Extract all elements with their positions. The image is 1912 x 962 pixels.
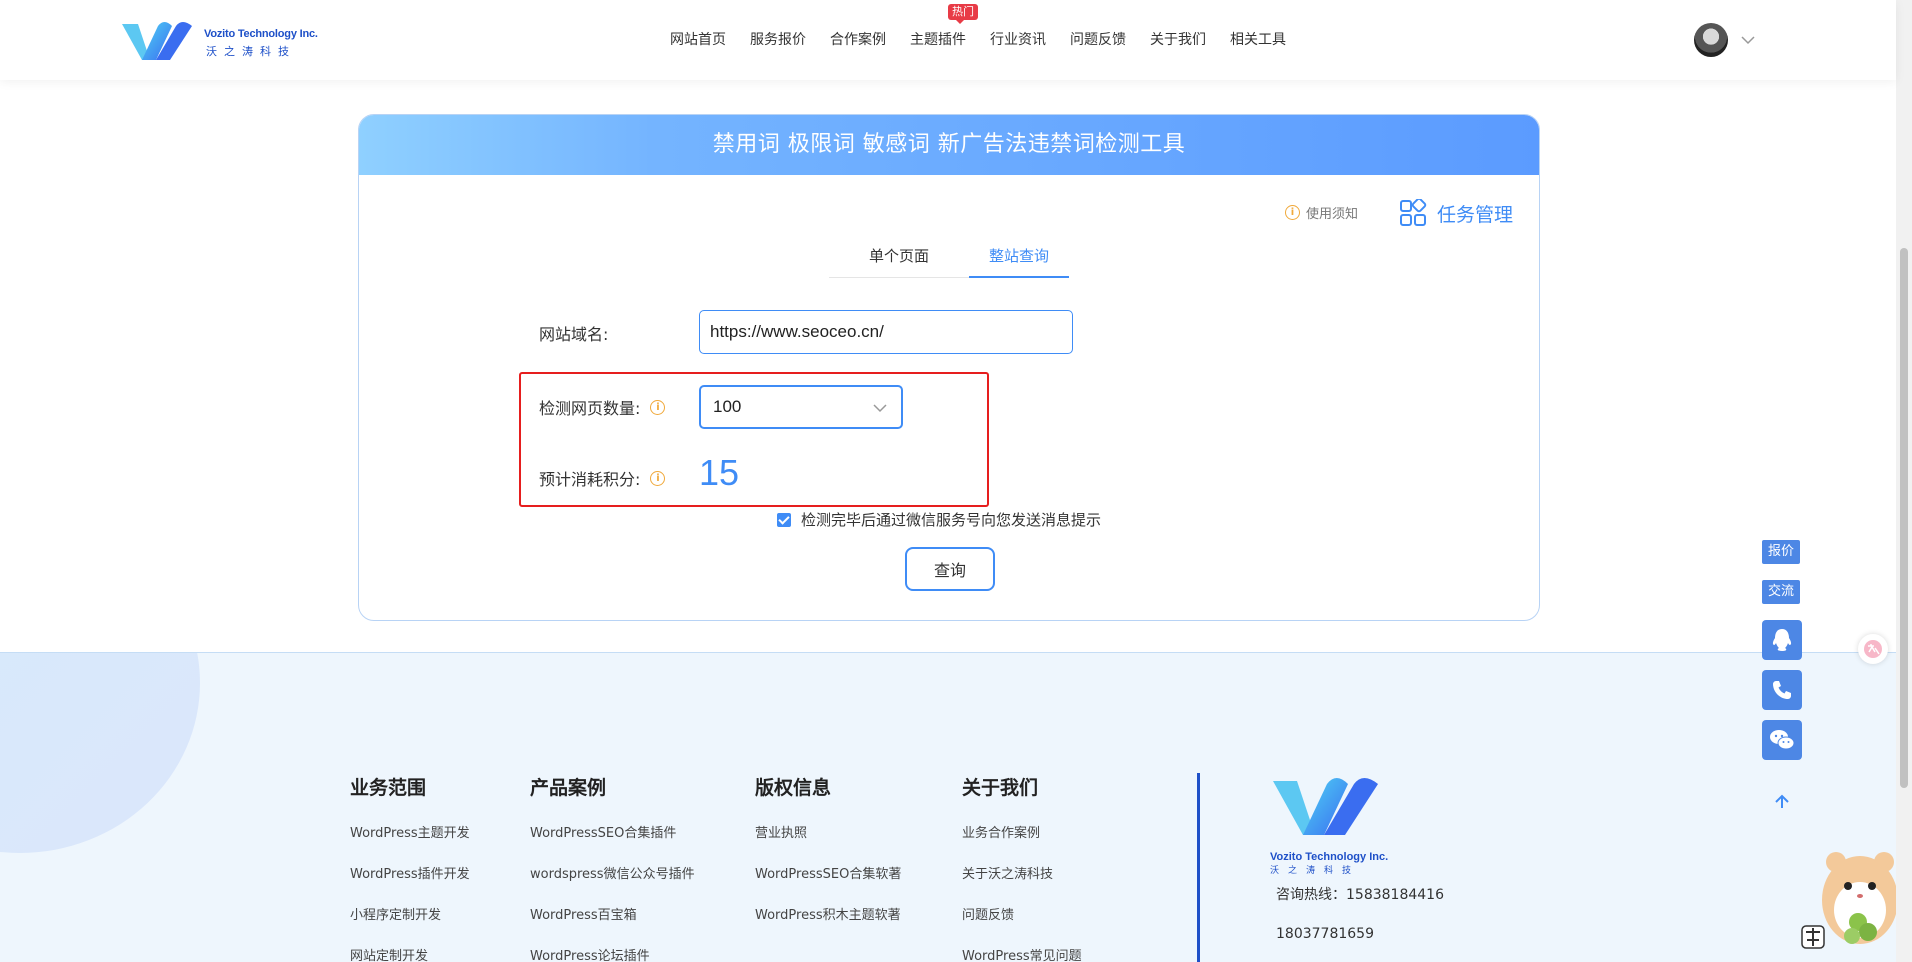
page-scrollbar-thumb[interactable] (1900, 248, 1908, 788)
footer-link[interactable]: WordPress论坛插件 (530, 945, 695, 962)
nav-home[interactable]: 网站首页 (670, 0, 726, 80)
footer-col-title: 关于我们 (962, 777, 1039, 799)
logo-text-en: Vozito Technology Inc. (204, 28, 318, 40)
footer-logo: Vozito Technology Inc. 沃之涛科技 (1270, 773, 1400, 883)
nav-themes-plugins-label: 主题插件 (910, 32, 966, 48)
qq-penguin-icon (1772, 629, 1792, 651)
footer-col-title: 业务范围 (350, 777, 427, 799)
logo-mark-icon (1273, 778, 1378, 835)
points-label: 预计消耗积分: (539, 470, 641, 489)
footer-link[interactable]: WordPressSEO合集软著 (755, 863, 901, 882)
footer-link[interactable]: WordPress百宝箱 (530, 904, 695, 923)
nav-pricing[interactable]: 服务报价 (750, 0, 806, 80)
footer-col-about: 关于我们 业务合作案例 关于沃之涛科技 问题反馈 WordPress常见问题 (962, 773, 1082, 962)
site-header: Vozito Technology Inc. 沃之涛科技 网站首页 服务报价 合… (0, 0, 1896, 80)
nav-feedback[interactable]: 问题反馈 (1070, 0, 1126, 80)
footer-link[interactable]: wordspress微信公众号插件 (530, 863, 695, 882)
main-nav: 网站首页 服务报价 合作案例 主题插件 热门 行业资讯 问题反馈 关于我们 相关… (670, 0, 1310, 80)
wechat-notify-checkbox[interactable] (777, 512, 791, 527)
nav-themes-plugins[interactable]: 主题插件 热门 (910, 0, 978, 80)
footer-phone2: 18037781659 (1276, 926, 1374, 942)
side-qq-button[interactable] (1762, 620, 1802, 660)
points-value: 15 (699, 452, 740, 493)
translate-button[interactable] (1858, 634, 1888, 664)
site-logo[interactable]: Vozito Technology Inc. 沃之涛科技 (120, 20, 318, 64)
footer-link[interactable]: 小程序定制开发 (350, 904, 470, 923)
footer-link[interactable]: WordPress常见问题 (962, 945, 1082, 962)
footer-link[interactable]: 网站定制开发 (350, 945, 470, 962)
tool-title: 禁用词 极限词 敏感词 新广告法违禁词检测工具 (359, 115, 1539, 175)
domain-label: 网站域名: (539, 325, 609, 344)
translate-icon (1864, 640, 1882, 658)
footer-link[interactable]: 业务合作案例 (962, 822, 1082, 841)
usage-notice-label: 使用须知 (1306, 207, 1359, 222)
query-button[interactable]: 查询 (905, 547, 995, 591)
logo-text-cn: 沃之涛科技 (206, 45, 296, 58)
task-management-label: 任务管理 (1437, 203, 1514, 226)
footer-link[interactable]: 问题反馈 (962, 904, 1082, 923)
page-count-row: 检测网页数量: i (539, 395, 666, 419)
info-icon: i (1285, 205, 1300, 220)
page-count-info-icon[interactable]: i (650, 399, 666, 415)
footer-col-products: 产品案例 WordPressSEO合集插件 wordspress微信公众号插件 … (530, 773, 695, 962)
phone-icon (1773, 681, 1791, 699)
footer-link[interactable]: WordPress插件开发 (350, 863, 470, 882)
footer-logo-text-en: Vozito Technology Inc. (1270, 851, 1389, 863)
footer-logo-text-cn: 沃之涛科技 (1270, 866, 1361, 876)
query-mode-tabs: 单个页面 整站查询 (829, 245, 1069, 278)
footer-link[interactable]: WordPress积木主题软著 (755, 904, 901, 923)
footer-decor-circle (0, 653, 200, 853)
nav-news[interactable]: 行业资讯 (990, 0, 1046, 80)
footer-hotline: 咨询热线：15838184416 (1276, 887, 1444, 903)
points-info-icon[interactable]: i (650, 470, 666, 486)
usage-notice-link[interactable]: i 使用须知 (1285, 203, 1358, 222)
footer-link[interactable]: 营业执照 (755, 822, 901, 841)
side-quote-button[interactable]: 报价 (1762, 540, 1800, 564)
nav-cases[interactable]: 合作案例 (830, 0, 886, 80)
chevron-down-icon[interactable] (1738, 30, 1758, 50)
page-count-label: 检测网页数量: (539, 399, 641, 418)
grid-apps-icon (1400, 199, 1427, 226)
logo-mark-icon (122, 22, 192, 60)
domain-row: 网站域名: (539, 321, 608, 345)
nav-tools[interactable]: 相关工具 (1230, 0, 1286, 80)
side-chat-button[interactable]: 交流 (1762, 580, 1800, 604)
points-row: 预计消耗积分: i (539, 466, 666, 490)
chevron-down-icon (873, 404, 887, 413)
task-management-link[interactable]: 任务管理 (1399, 199, 1513, 227)
side-wechat-button[interactable] (1762, 720, 1802, 760)
wechat-notify-row: 检测完毕后通过微信服务号向您发送消息提示 (777, 509, 1101, 530)
tab-whole-site[interactable]: 整站查询 (969, 245, 1069, 278)
user-avatar[interactable] (1694, 23, 1728, 57)
footer-link[interactable]: WordPressSEO合集插件 (530, 822, 695, 841)
hot-badge: 热门 (948, 4, 978, 24)
footer-col-business: 业务范围 WordPress主题开发 WordPress插件开发 小程序定制开发… (350, 773, 470, 962)
back-to-top-icon[interactable] (1772, 792, 1792, 812)
hamster-mascot-icon[interactable] (1800, 830, 1900, 962)
footer-link[interactable]: 关于沃之涛科技 (962, 863, 1082, 882)
site-footer: 业务范围 WordPress主题开发 WordPress插件开发 小程序定制开发… (0, 652, 1896, 962)
wechat-icon (1770, 730, 1795, 750)
footer-col-title: 产品案例 (530, 777, 607, 799)
footer-col-title: 版权信息 (755, 777, 832, 799)
page-count-select[interactable]: 100 (699, 385, 903, 429)
side-phone-button[interactable] (1762, 670, 1802, 710)
tab-single-page[interactable]: 单个页面 (829, 245, 969, 278)
footer-divider (1197, 773, 1200, 962)
detection-tool-card: 禁用词 极限词 敏感词 新广告法违禁词检测工具 i 使用须知 任务管理 单个页面… (358, 114, 1540, 621)
footer-link[interactable]: WordPress主题开发 (350, 822, 470, 841)
page-count-value: 100 (713, 397, 742, 416)
footer-col-copyright: 版权信息 营业执照 WordPressSEO合集软著 WordPress积木主题… (755, 773, 901, 945)
domain-input[interactable]: https://www.seoceo.cn/ (699, 310, 1073, 354)
nav-about[interactable]: 关于我们 (1150, 0, 1206, 80)
wechat-notify-label: 检测完毕后通过微信服务号向您发送消息提示 (801, 511, 1102, 529)
